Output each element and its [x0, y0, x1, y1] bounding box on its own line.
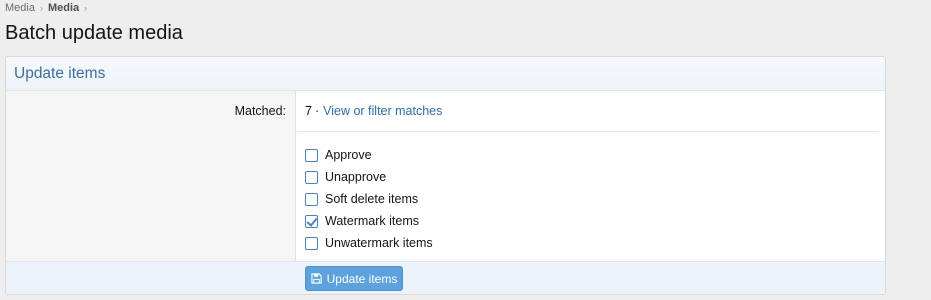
block-header: Update items: [6, 57, 885, 91]
form-footer: Update items: [6, 261, 885, 294]
option-label: Approve: [325, 148, 372, 162]
unwatermark-checkbox[interactable]: [305, 236, 318, 250]
option-soft-delete[interactable]: Soft delete items: [305, 188, 433, 210]
breadcrumb-separator: ›: [39, 3, 43, 13]
matched-row: 7 · View or filter matches: [305, 104, 442, 118]
watermark-checkbox[interactable]: [305, 214, 318, 228]
action-options-list: Approve Unapprove Soft delete items Wate…: [305, 144, 433, 254]
matched-separator: ·: [314, 104, 320, 118]
breadcrumb-item-media-root[interactable]: Media: [5, 2, 35, 14]
option-label: Watermark items: [325, 214, 419, 228]
form-body: Matched: 7 · View or filter matches Approv…: [6, 91, 885, 261]
unapprove-checkbox[interactable]: [305, 170, 318, 184]
matched-label: Matched:: [234, 104, 286, 118]
update-items-block: Update items Matched: 7 · View or filter m…: [5, 56, 886, 295]
breadcrumb-separator: ›: [84, 3, 88, 13]
option-label: Unapprove: [325, 170, 387, 184]
update-items-button[interactable]: Update items: [305, 266, 403, 291]
option-approve[interactable]: Approve: [305, 144, 433, 166]
breadcrumb: Media › Media ›: [5, 2, 92, 14]
view-filter-matches-link[interactable]: View or filter matches: [323, 104, 442, 118]
form-label-column: Matched:: [6, 91, 296, 261]
breadcrumb-item-media[interactable]: Media: [48, 2, 79, 14]
save-icon: [311, 273, 322, 284]
option-watermark[interactable]: Watermark items: [305, 210, 433, 232]
option-label: Soft delete items: [325, 192, 419, 206]
approve-checkbox[interactable]: [305, 148, 318, 162]
matched-count: 7: [305, 104, 312, 118]
soft-delete-checkbox[interactable]: [305, 192, 318, 206]
row-divider: [297, 131, 879, 132]
option-unapprove[interactable]: Unapprove: [305, 166, 433, 188]
option-unwatermark[interactable]: Unwatermark items: [305, 232, 433, 254]
page-title: Batch update media: [5, 22, 183, 44]
update-items-button-label: Update items: [326, 271, 398, 286]
option-label: Unwatermark items: [325, 236, 433, 250]
